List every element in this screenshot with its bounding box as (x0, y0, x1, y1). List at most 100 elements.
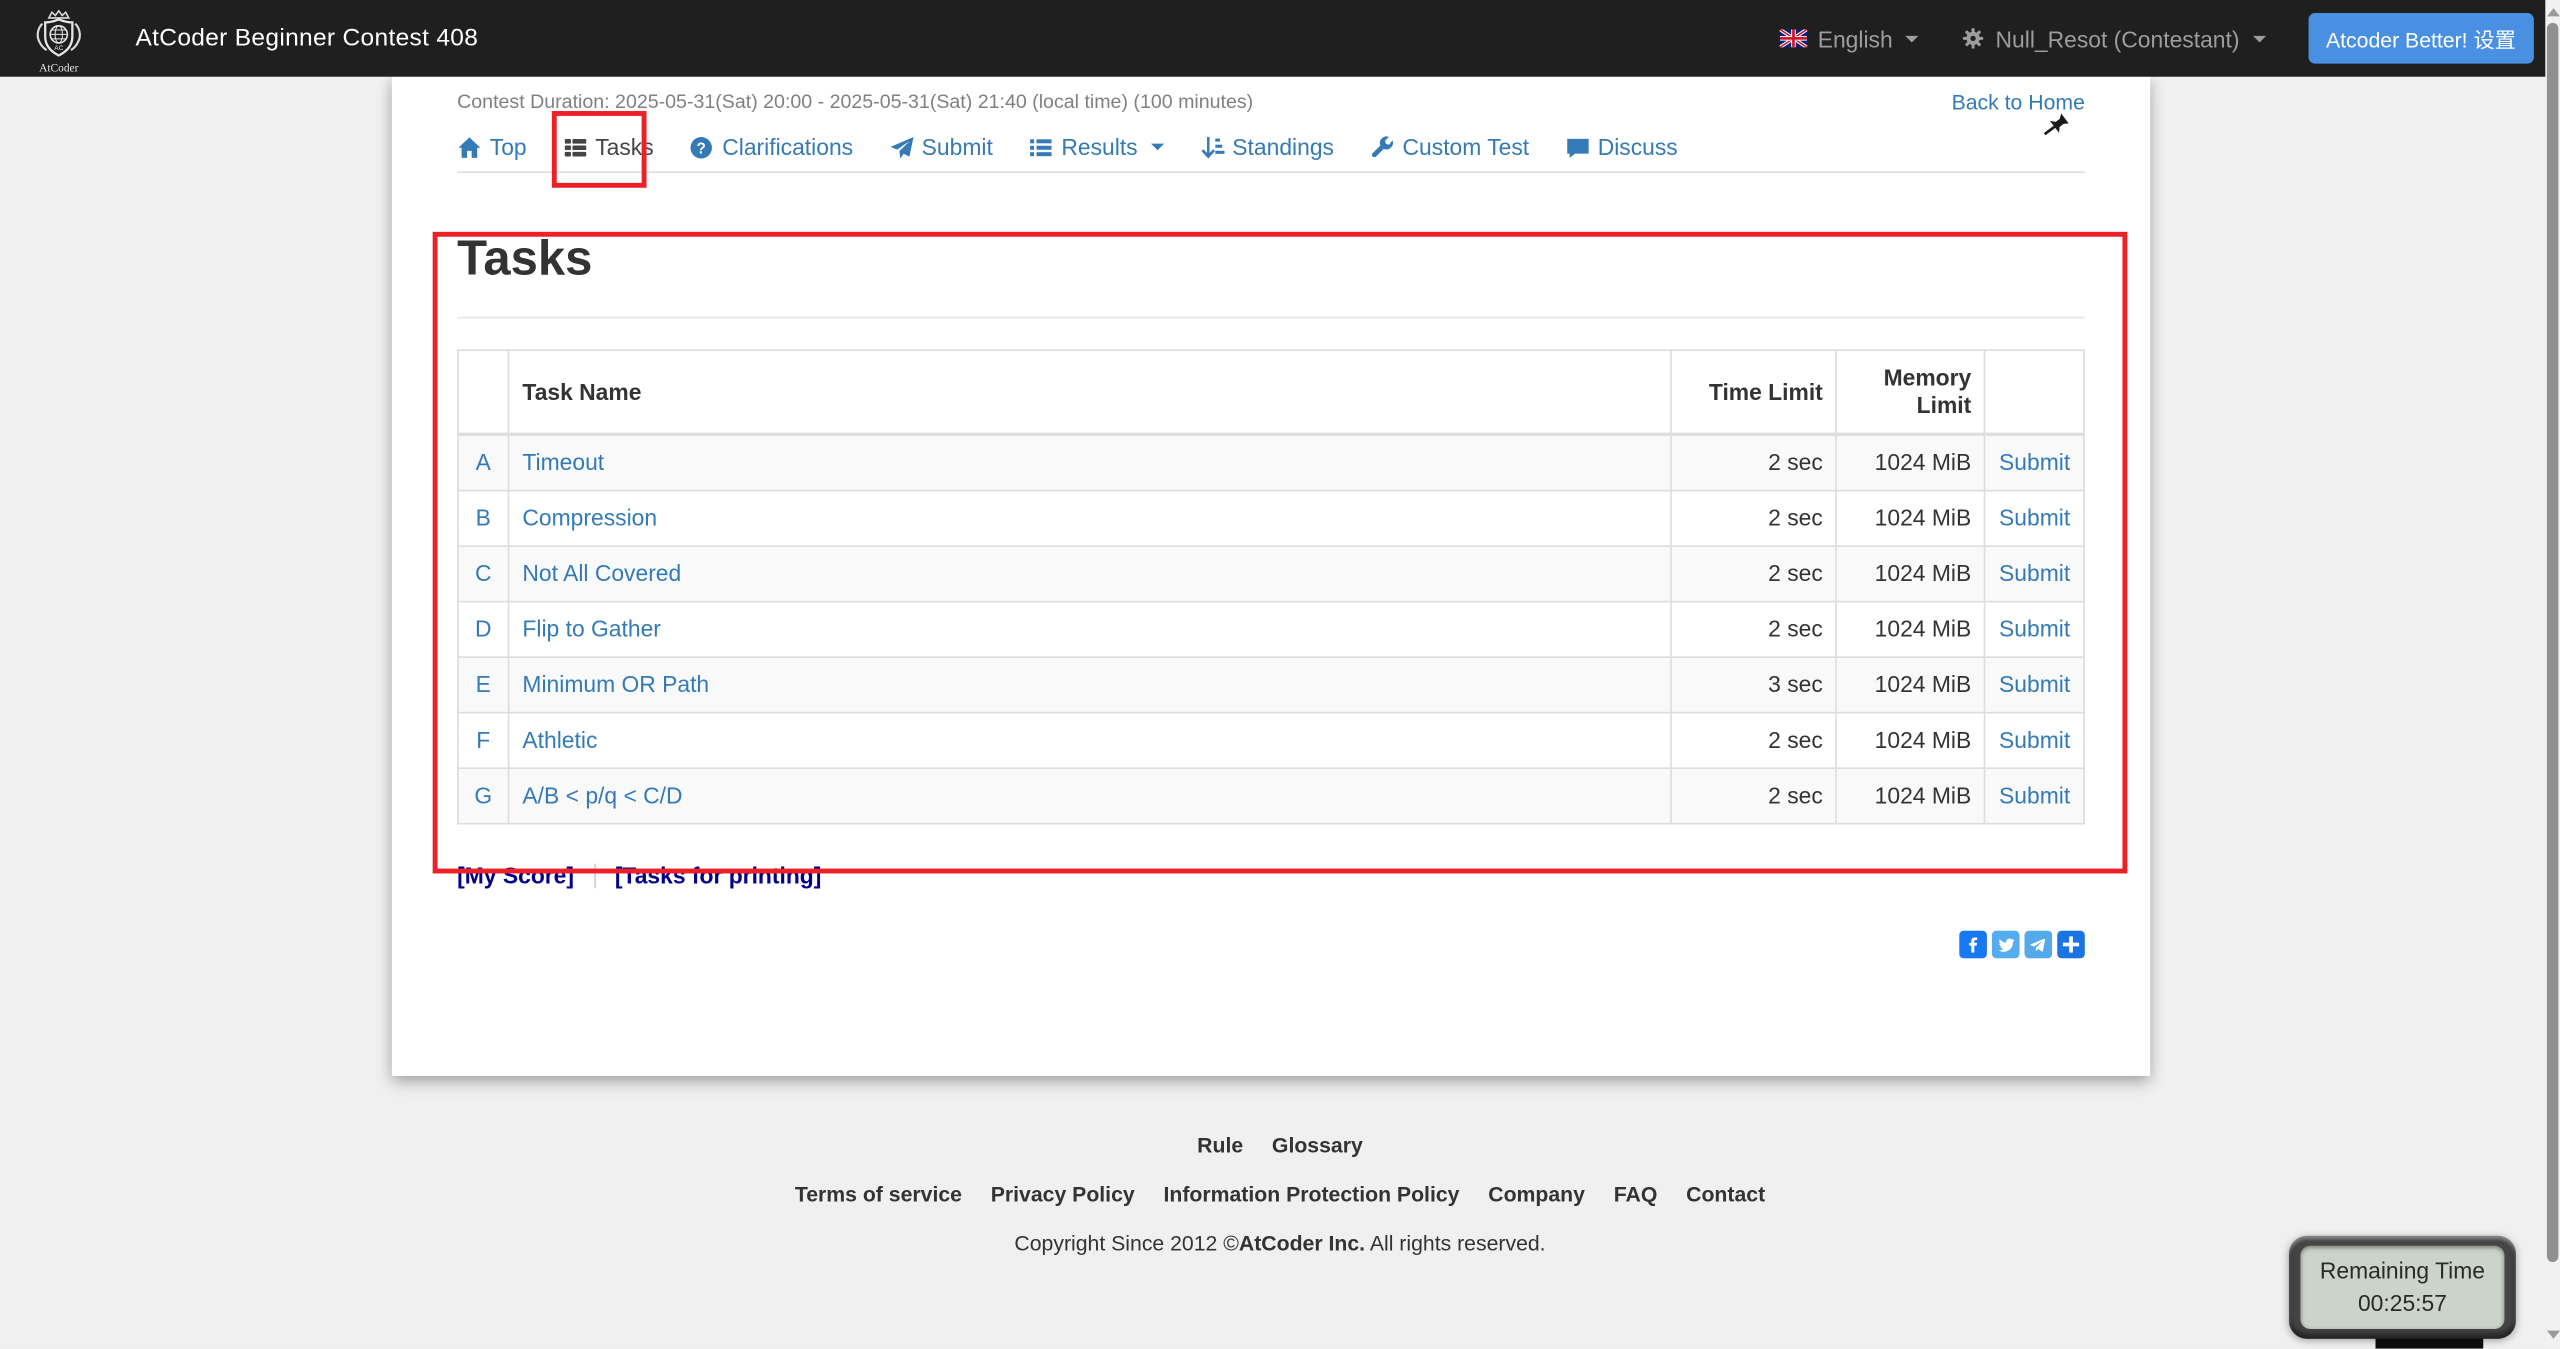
tab-standings[interactable]: Standings (1200, 134, 1334, 160)
comment-icon (1565, 135, 1589, 159)
share-buttons (1959, 931, 2085, 959)
submit-link[interactable]: Submit (1999, 782, 2070, 808)
table-row: G A/B < p/q < C/D 2 sec 1024 MiB Submit (458, 768, 2084, 824)
home-icon (457, 135, 481, 159)
submit-link[interactable]: Submit (1999, 504, 2070, 530)
info-protection-link[interactable]: Information Protection Policy (1163, 1182, 1459, 1206)
facebook-share-icon[interactable] (1959, 931, 1987, 959)
tab-results[interactable]: Results (1029, 134, 1164, 160)
time-limit: 2 sec (1670, 491, 1836, 547)
submit-link[interactable]: Submit (1999, 560, 2070, 586)
contest-duration: Contest Duration: 2025-05-31(Sat) 20:00 … (457, 90, 1253, 113)
submit-link[interactable]: Submit (1999, 449, 2070, 475)
page-title: Tasks (457, 232, 2085, 286)
logo-monogram: AC (54, 44, 63, 51)
task-name-link[interactable]: Compression (522, 504, 657, 530)
submit-link[interactable]: Submit (1999, 616, 2070, 642)
my-score-link[interactable]: [My Score] (457, 862, 574, 888)
footer: Rule Glossary Terms of service Privacy P… (0, 1133, 2560, 1255)
twitter-share-icon[interactable] (1992, 931, 2020, 959)
copyright: Copyright Since 2012 ©AtCoder Inc. All r… (0, 1231, 2560, 1255)
tab-custom-test[interactable]: Custom Test (1370, 134, 1529, 160)
task-letter-link[interactable]: E (476, 671, 491, 697)
time-limit: 2 sec (1670, 602, 1836, 658)
tab-submit[interactable]: Submit (889, 134, 993, 160)
task-letter-link[interactable]: G (474, 782, 492, 808)
language-dropdown[interactable]: English (1780, 25, 1919, 51)
gear-icon (1961, 26, 1985, 50)
top-navbar: AC AtCoder AtCoder Beginner Contest 408 … (0, 0, 2560, 77)
terms-link[interactable]: Terms of service (795, 1182, 962, 1206)
task-letter-link[interactable]: D (475, 616, 492, 642)
share-plus-icon[interactable] (2057, 931, 2085, 959)
back-to-home-link[interactable]: Back to Home (1952, 90, 2085, 114)
atcoder-logo-icon[interactable]: AC AtCoder (24, 4, 93, 76)
footer-row-1: Rule Glossary (0, 1133, 2560, 1157)
privacy-link[interactable]: Privacy Policy (991, 1182, 1135, 1206)
submit-link[interactable]: Submit (1999, 671, 2070, 697)
logo-wordmark: AtCoder (39, 62, 78, 74)
scrollbar[interactable] (2545, 0, 2560, 1347)
scrollbar-thumb[interactable] (2547, 23, 2558, 1262)
scroll-down-arrow-icon[interactable] (2546, 1331, 2559, 1339)
company-link[interactable]: Company (1488, 1182, 1585, 1206)
contact-link[interactable]: Contact (1686, 1182, 1765, 1206)
submit-link[interactable]: Submit (1999, 727, 2070, 753)
task-name-link[interactable]: Not All Covered (522, 560, 681, 586)
paper-plane-icon (889, 135, 913, 159)
tasks-for-printing-link[interactable]: [Tasks for printing] (615, 862, 822, 888)
timer-value: 00:25:57 (2358, 1287, 2447, 1319)
table-row: E Minimum OR Path 3 sec 1024 MiB Submit (458, 657, 2084, 713)
question-circle-icon: ? (690, 135, 714, 159)
task-name-link[interactable]: Timeout (522, 449, 604, 475)
table-row: C Not All Covered 2 sec 1024 MiB Submit (458, 546, 2084, 602)
table-row: B Compression 2 sec 1024 MiB Submit (458, 491, 2084, 547)
tasks-table: Task Name Time Limit Memory Limit A Time… (457, 349, 2085, 824)
time-limit: 2 sec (1670, 713, 1836, 769)
time-limit: 2 sec (1670, 434, 1836, 490)
task-name-link[interactable]: Athletic (522, 727, 597, 753)
uk-flag-icon (1780, 29, 1808, 47)
remaining-time-widget[interactable]: Remaining Time 00:25:57 (2289, 1236, 2516, 1339)
time-limit: 3 sec (1670, 657, 1836, 713)
tasks-list-icon (563, 135, 587, 159)
table-header-row: Task Name Time Limit Memory Limit (458, 350, 2084, 434)
telegram-share-icon[interactable] (2024, 931, 2052, 959)
user-dropdown[interactable]: Null_Resot (Contestant) (1961, 25, 2265, 51)
divider (594, 863, 596, 887)
task-letter-link[interactable]: F (476, 727, 490, 753)
list-icon (1029, 135, 1053, 159)
memory-limit: 1024 MiB (1837, 713, 1985, 769)
task-name-link[interactable]: Flip to Gather (522, 616, 660, 642)
table-row: A Timeout 2 sec 1024 MiB Submit (458, 434, 2084, 490)
header-empty (458, 350, 509, 434)
task-letter-link[interactable]: B (476, 504, 491, 530)
tab-top[interactable]: Top (457, 134, 527, 160)
task-name-link[interactable]: Minimum OR Path (522, 671, 709, 697)
rule-link[interactable]: Rule (1197, 1133, 1243, 1157)
header-memory-limit: Memory Limit (1837, 350, 1985, 434)
bottom-links: [My Score] [Tasks for printing] (457, 862, 2085, 888)
tab-tasks[interactable]: Tasks (563, 134, 654, 160)
tab-clarifications[interactable]: ? Clarifications (690, 134, 853, 160)
task-letter-link[interactable]: A (476, 449, 491, 475)
glossary-link[interactable]: Glossary (1272, 1133, 1363, 1157)
wrench-icon (1370, 135, 1394, 159)
chevron-down-icon (1906, 35, 1919, 42)
timer-screen: Remaining Time 00:25:57 (2300, 1246, 2504, 1329)
faq-link[interactable]: FAQ (1614, 1182, 1658, 1206)
tab-discuss[interactable]: Discuss (1565, 134, 1678, 160)
task-name-link[interactable]: A/B < p/q < C/D (522, 782, 682, 808)
contest-title[interactable]: AtCoder Beginner Contest 408 (136, 24, 479, 52)
atcoder-better-settings-button[interactable]: Atcoder Better! 设置 (2308, 13, 2534, 64)
pushpin-icon[interactable] (2041, 109, 2072, 140)
task-letter-link[interactable]: C (475, 560, 492, 586)
memory-limit: 1024 MiB (1837, 546, 1985, 602)
chevron-down-icon (2253, 35, 2266, 42)
scroll-up-arrow-icon[interactable] (2546, 8, 2559, 16)
memory-limit: 1024 MiB (1837, 602, 1985, 658)
username-label: Null_Resot (Contestant) (1996, 25, 2240, 51)
table-row: D Flip to Gather 2 sec 1024 MiB Submit (458, 602, 2084, 658)
sort-icon (1200, 135, 1224, 159)
timer-label: Remaining Time (2320, 1255, 2485, 1287)
